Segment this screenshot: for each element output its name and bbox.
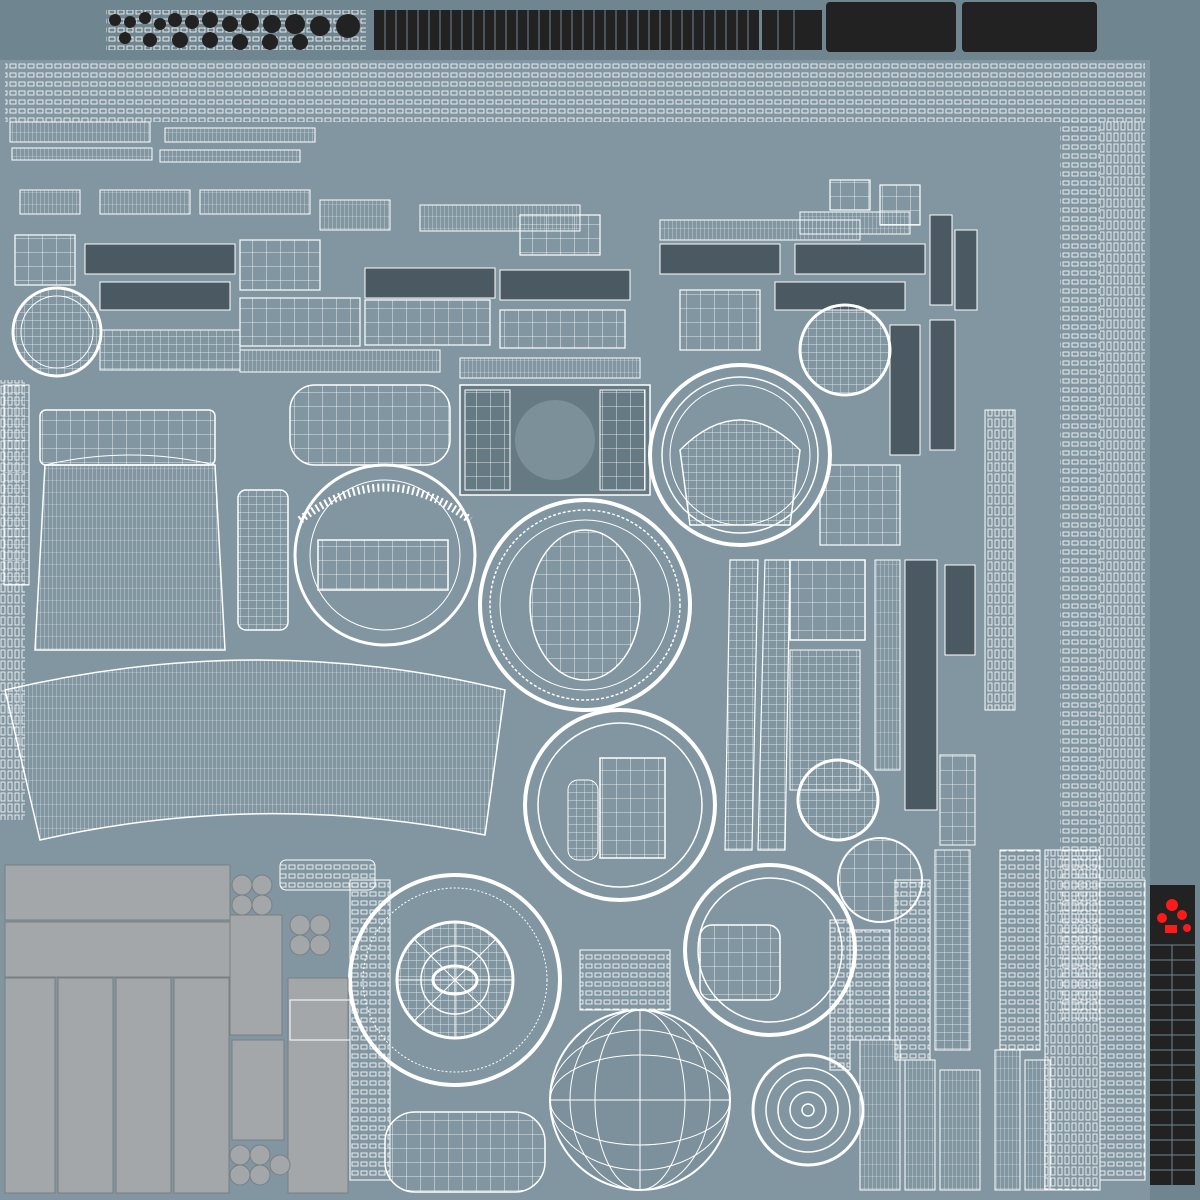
frame-island bbox=[99, 329, 241, 371]
ring-island-4 bbox=[523, 708, 717, 902]
column-island-4 bbox=[984, 409, 1016, 711]
cone-panel-island bbox=[789, 559, 866, 641]
column-island-5 bbox=[874, 559, 901, 771]
uv-texture-map bbox=[0, 0, 1200, 1200]
strip-island-1 bbox=[239, 349, 441, 373]
ring-island-3 bbox=[478, 498, 692, 712]
column-island-2 bbox=[944, 564, 976, 656]
curved-band-island bbox=[4, 659, 506, 841]
left-fan-island bbox=[34, 409, 226, 651]
round-island-top-left bbox=[11, 286, 103, 378]
ring-island-1 bbox=[648, 363, 832, 547]
ring-island-5 bbox=[796, 758, 880, 842]
side-panel-island bbox=[237, 489, 289, 631]
bottom-rounded-panel bbox=[384, 1111, 546, 1193]
small-parts-rows-top bbox=[5, 62, 1145, 122]
column-island-1 bbox=[904, 559, 938, 811]
dome-island bbox=[751, 1053, 865, 1167]
sphere-island bbox=[549, 1009, 731, 1191]
strip-island-3 bbox=[3, 384, 30, 586]
round-island-right bbox=[798, 303, 892, 397]
ring-island-2 bbox=[293, 463, 477, 647]
strip-island-2 bbox=[459, 357, 641, 379]
column-island-3 bbox=[939, 754, 976, 846]
rounded-panel-island bbox=[289, 384, 451, 466]
small-parts-right-column bbox=[1100, 120, 1145, 880]
window-grid-island bbox=[459, 384, 651, 496]
